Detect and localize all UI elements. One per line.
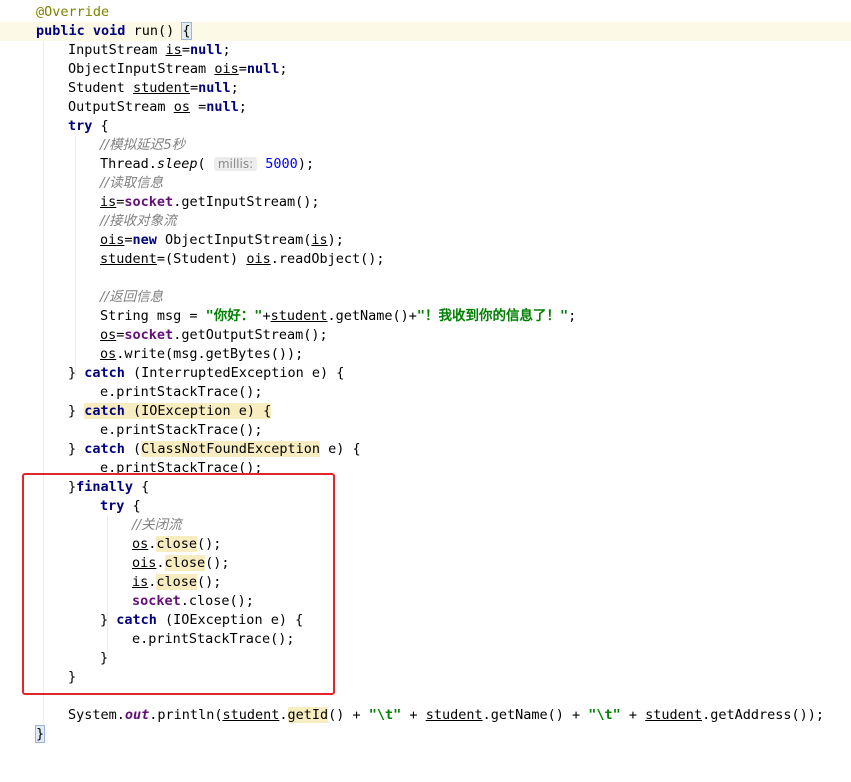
code-line-24[interactable]: } catch (ClassNotFoundException e) { [0,440,851,459]
assign-student: student=(Student) ois.readObject(); [100,251,385,267]
matched-brace: { [181,22,192,40]
declaration-ois: ObjectInputStream ois=null; [68,61,288,77]
code-line-18[interactable]: os=socket.getOutputStream(); [0,326,851,345]
code-line-22[interactable]: } catch (IOException e) { [0,402,851,421]
message-string: String msg = "你好："+student.getName()+"！我… [100,308,577,324]
try-open: try { [68,118,109,134]
code-line-39[interactable]: } [0,725,851,744]
comment-return: //返回信息 [100,289,164,305]
code-line-21[interactable]: e.printStackTrace(); [0,383,851,402]
code-line-8[interactable]: //模拟延迟5秒 [0,136,851,155]
println-call: System.out.println(student.getId() + "\t… [68,707,824,723]
code-line-38[interactable]: System.out.println(student.getId() + "\t… [0,706,851,725]
code-line-14[interactable]: student=(Student) ois.readObject(); [0,250,851,269]
annotation-override: @Override [36,4,110,20]
code-line-2[interactable]: public void run() { [0,22,851,41]
code-line-5[interactable]: Student student=null; [0,79,851,98]
code-line-9[interactable]: Thread.sleep( millis: 5000); [0,155,851,174]
declaration-is: InputStream is=null; [68,42,231,58]
code-line-15[interactable] [0,269,851,288]
code-line-3[interactable]: InputStream is=null; [0,41,851,60]
code-line-20[interactable]: } catch (InterruptedException e) { [0,364,851,383]
code-line-11[interactable]: is=socket.getInputStream(); [0,193,851,212]
code-line-16[interactable]: //返回信息 [0,288,851,307]
code-line-4[interactable]: ObjectInputStream ois=null; [0,60,851,79]
comment-read: //读取信息 [100,175,164,191]
catch-io: } catch (IOException e) { [68,403,272,419]
comment-receive: //接收对象流 [100,213,177,229]
declaration-student: Student student=null; [68,80,239,96]
assign-object-input-stream: ois=new ObjectInputStream(is); [100,232,344,248]
declaration-os: OutputStream os =null; [68,99,247,115]
comment-delay: //模拟延迟5秒 [100,137,186,153]
catch-class-not-found: } catch (ClassNotFoundException e) { [68,441,361,457]
code-line-17[interactable]: String msg = "你好："+student.getName()+"！我… [0,307,851,326]
highlight-box-finally [22,473,335,695]
code-line-10[interactable]: //读取信息 [0,174,851,193]
code-line-13[interactable]: ois=new ObjectInputStream(is); [0,231,851,250]
code-line-6[interactable]: OutputStream os =null; [0,98,851,117]
catch-interrupted: } catch (InterruptedException e) { [68,365,345,381]
method-signature: public void run() { [36,22,192,40]
code-line-1[interactable]: @Override [0,3,851,22]
code-line-19[interactable]: os.write(msg.getBytes()); [0,345,851,364]
thread-sleep-call: Thread.sleep( millis: 5000); [100,156,315,172]
code-line-7[interactable]: try { [0,117,851,136]
parameter-hint: millis: [213,157,258,171]
code-line-23[interactable]: e.printStackTrace(); [0,421,851,440]
code-line-12[interactable]: //接收对象流 [0,212,851,231]
assign-output-stream: os=socket.getOutputStream(); [100,327,328,343]
write-call: os.write(msg.getBytes()); [100,346,304,362]
print-stack-trace: e.printStackTrace(); [100,384,263,400]
assign-input-stream: is=socket.getInputStream(); [100,194,320,210]
method-closing-brace: } [34,725,46,743]
print-stack-trace: e.printStackTrace(); [100,422,263,438]
